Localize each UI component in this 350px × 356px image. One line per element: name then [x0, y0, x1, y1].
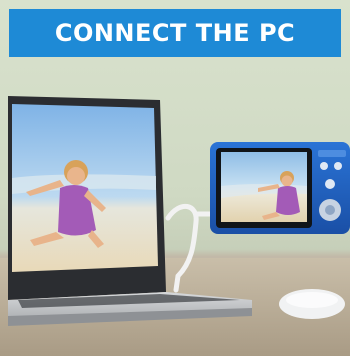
scene-illustration	[0, 96, 350, 356]
camera	[210, 142, 350, 234]
camera-button	[334, 162, 342, 170]
camera-button	[320, 162, 328, 170]
product-image: CONNECT THE PC	[0, 0, 350, 356]
camera-button	[325, 179, 335, 189]
camera-mode-label	[318, 150, 346, 157]
